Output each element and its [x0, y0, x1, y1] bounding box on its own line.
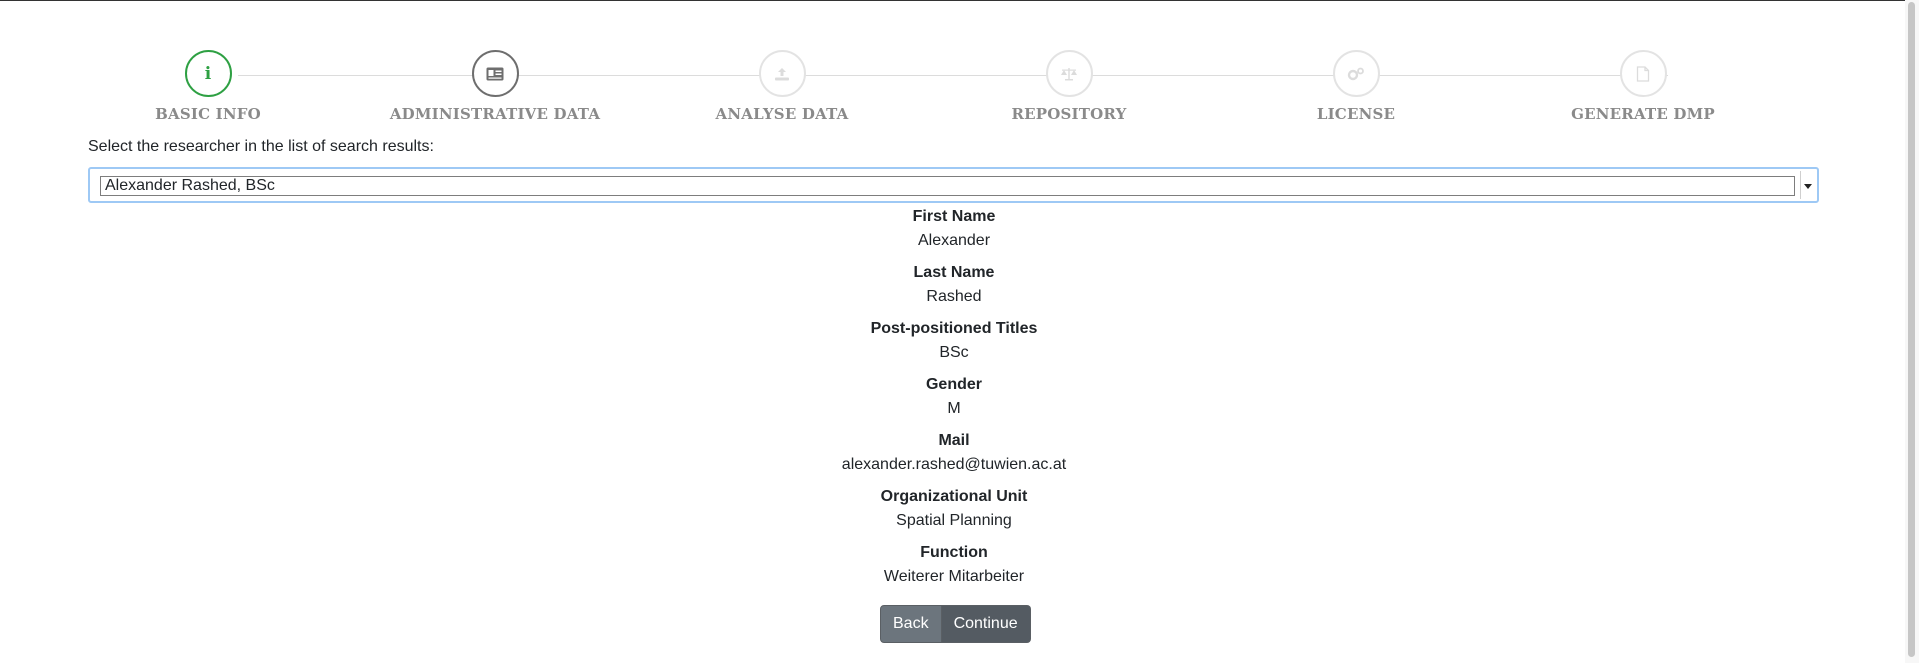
detail-gender: Gender M: [0, 374, 1908, 430]
field-label: Function: [920, 544, 988, 561]
step-circle[interactable]: [471, 50, 519, 97]
researcher-details: First Name Alexander Last Name Rashed Po…: [0, 206, 1908, 598]
step-label: LICENSE: [1316, 105, 1396, 123]
field-label: Organizational Unit: [880, 488, 1028, 505]
researcher-select-label: Select the researcher in the list of sea…: [88, 138, 434, 155]
progress-stepper: i BASIC INFO ADMINISTRATIVE DATA ANALYSE…: [88, 50, 1808, 130]
step-label: REPOSITORY: [1011, 105, 1127, 123]
step-analyse-data[interactable]: ANALYSE DATA: [662, 50, 902, 123]
continue-button[interactable]: Continue: [941, 605, 1031, 643]
step-administrative-data[interactable]: ADMINISTRATIVE DATA: [375, 50, 615, 123]
field-value: Rashed: [926, 288, 982, 305]
detail-function: Function Weiterer Mitarbeiter: [0, 542, 1908, 598]
chevron-down-icon[interactable]: [1800, 171, 1815, 199]
top-border: [0, 0, 1919, 1]
step-circle[interactable]: [1619, 50, 1667, 97]
field-label: Mail: [938, 432, 970, 449]
step-label: ANALYSE DATA: [715, 105, 849, 123]
detail-post-titles: Post-positioned Titles BSc: [0, 318, 1908, 374]
step-circle[interactable]: [1045, 50, 1093, 97]
detail-mail: Mail alexander.rashed@tuwien.ac.at: [0, 430, 1908, 486]
step-label: BASIC INFO: [155, 105, 261, 123]
scrollbar-thumb[interactable]: [1908, 2, 1915, 657]
cogs-icon: [1347, 67, 1364, 80]
balance-scale-icon: [1061, 67, 1077, 80]
field-value: BSc: [939, 344, 969, 361]
step-circle[interactable]: [1332, 50, 1380, 97]
detail-first-name: First Name Alexander: [0, 206, 1908, 262]
file-icon: [1636, 65, 1650, 82]
field-value: M: [947, 400, 961, 417]
step-circle[interactable]: i: [184, 50, 232, 97]
field-label: First Name: [912, 208, 996, 225]
id-card-icon: [486, 67, 504, 80]
detail-org-unit: Organizational Unit Spatial Planning: [0, 486, 1908, 542]
navigation-buttons: Back Continue: [880, 605, 1031, 643]
step-label: GENERATE DMP: [1571, 105, 1715, 123]
field-label: Gender: [925, 376, 982, 393]
upload-icon: [775, 67, 789, 80]
field-label: Last Name: [913, 264, 995, 281]
field-label: Post-positioned Titles: [870, 320, 1038, 337]
step-license[interactable]: LICENSE: [1236, 50, 1476, 123]
field-value: alexander.rashed@tuwien.ac.at: [841, 456, 1067, 473]
step-circle[interactable]: [758, 50, 806, 97]
step-generate-dmp[interactable]: GENERATE DMP: [1523, 50, 1763, 123]
step-basic-info[interactable]: i BASIC INFO: [88, 50, 328, 123]
field-value: Alexander: [917, 232, 991, 249]
researcher-select[interactable]: Alexander Rashed, BSc: [88, 167, 1819, 203]
scrollbar[interactable]: [1905, 0, 1919, 663]
info-icon: i: [204, 63, 212, 84]
researcher-select-value[interactable]: Alexander Rashed, BSc: [100, 176, 1795, 196]
field-value: Spatial Planning: [896, 512, 1012, 529]
step-repository[interactable]: REPOSITORY: [949, 50, 1189, 123]
detail-last-name: Last Name Rashed: [0, 262, 1908, 318]
field-value: Weiterer Mitarbeiter: [883, 568, 1025, 585]
back-button[interactable]: Back: [880, 605, 942, 643]
step-label: ADMINISTRATIVE DATA: [389, 105, 601, 123]
